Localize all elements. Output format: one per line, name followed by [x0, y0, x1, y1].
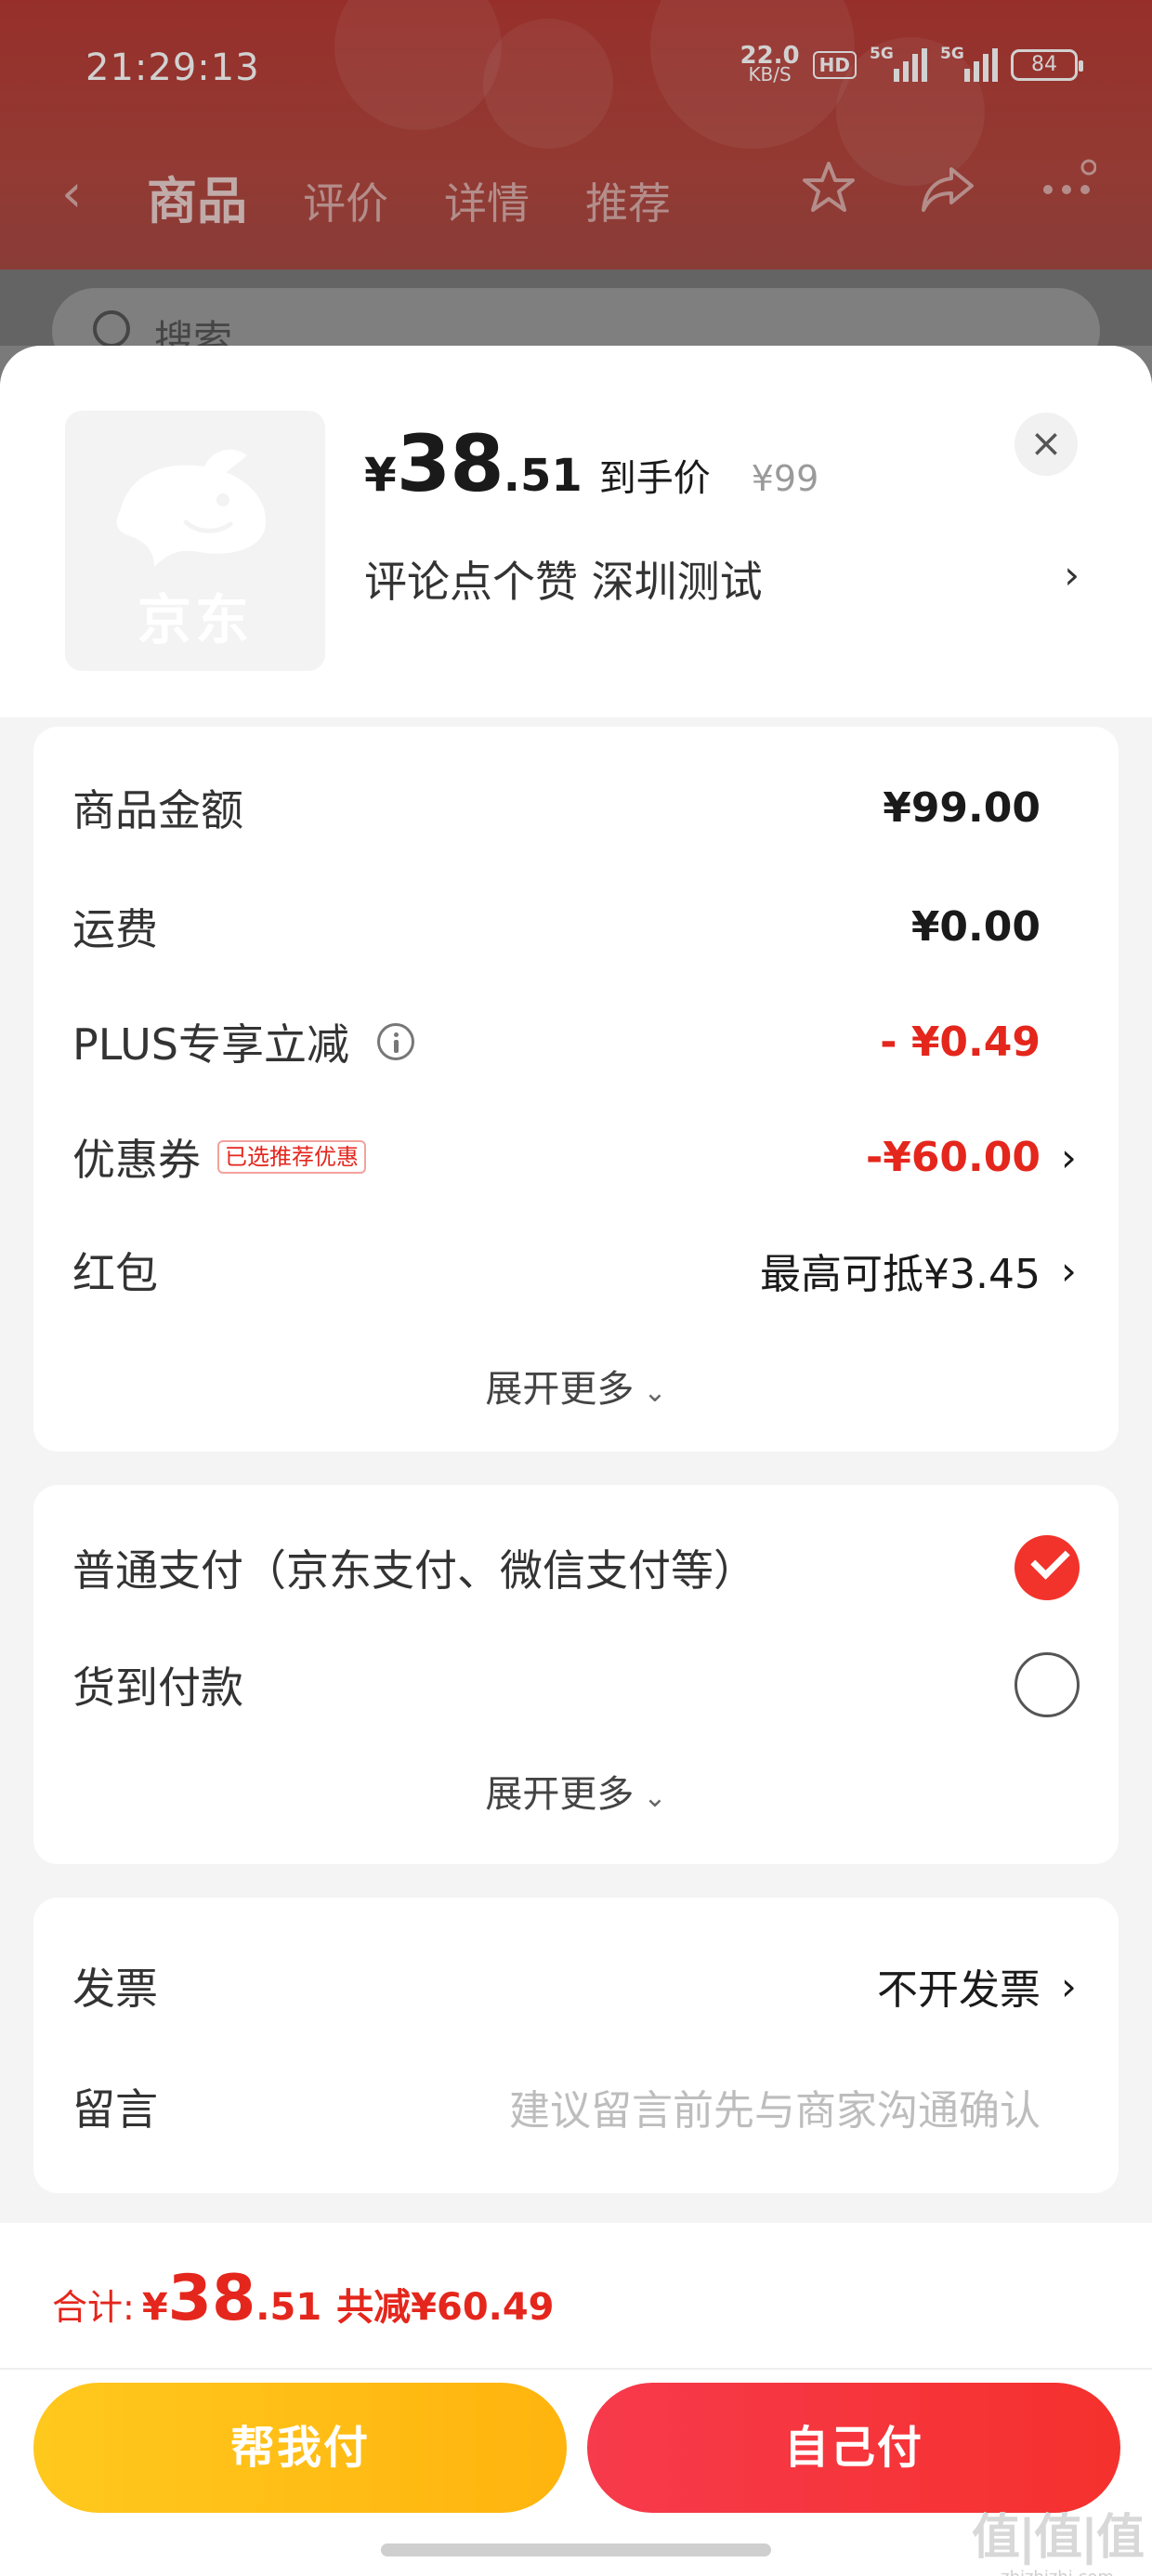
chevron-down-icon: ⌄: [643, 1781, 667, 1814]
total-decimal: .51: [255, 2286, 322, 2329]
extras-card: 发票 不开发票 › 留言 建议留言前先与商家沟通确认: [33, 1898, 1119, 2193]
fee-card: 商品金额 ¥99.00 运费 ¥0.00 PLUS专享立减 - ¥0.49 优惠…: [33, 727, 1119, 1452]
payment-option-label: 普通支付（京东支付、微信支付等）: [72, 1545, 756, 1596]
chevron-down-icon: ⌄: [643, 1376, 667, 1409]
fee-row-goods-amount: 商品金额 ¥99.00: [72, 775, 1080, 840]
expand-more-button[interactable]: 展开更多 ⌄: [33, 1764, 1119, 1818]
tab-details[interactable]: 详情: [444, 170, 530, 231]
fee-label: PLUS专享立减: [72, 1019, 349, 1070]
total-symbol: ¥: [141, 2286, 168, 2329]
fee-value: - ¥0.49: [880, 1018, 1041, 1066]
divider: [0, 2368, 1152, 2370]
star-icon[interactable]: [799, 158, 858, 217]
net-speed-value: 22.0: [740, 42, 800, 70]
tab-product[interactable]: 商品: [147, 160, 247, 233]
product-logo-text: 京东: [137, 588, 253, 651]
chevron-right-icon[interactable]: ›: [1064, 552, 1080, 598]
message-row[interactable]: 留言 建议留言前先与商家沟通确认: [72, 2074, 1080, 2139]
fee-value: 最高可抵¥3.45: [760, 1251, 1041, 1298]
product-thumbnail: 京东: [65, 411, 325, 671]
product-nav-bar: ‹ 商品 评价 详情 推荐: [0, 139, 1152, 242]
price-symbol: ¥: [364, 448, 397, 502]
back-arrow-icon[interactable]: ‹: [61, 164, 82, 224]
payment-card: 普通支付（京东支付、微信支付等） 货到付款 展开更多 ⌄: [33, 1485, 1119, 1864]
pay-myself-button[interactable]: 自己付: [587, 2383, 1120, 2513]
original-price: ¥99: [751, 458, 819, 499]
expand-more-label: 展开更多: [485, 1368, 635, 1411]
payment-option-label: 货到付款: [72, 1663, 243, 1713]
total-integer: 38: [167, 2262, 256, 2335]
chevron-right-icon[interactable]: ›: [1061, 1248, 1080, 1294]
info-icon[interactable]: [376, 1023, 414, 1060]
watermark: 值|值|值 zhizhizhi.com: [972, 2498, 1145, 2576]
chevron-right-icon[interactable]: ›: [1061, 1135, 1080, 1180]
background-header: 21:29:13 22.0 KB/S HD 5G 5G 84 ‹ 商品 评价 详…: [0, 0, 1152, 269]
fee-value: ¥99.00: [883, 783, 1041, 832]
net-speed-unit: KB/S: [748, 63, 792, 85]
fee-row-plus-discount: PLUS专享立减 - ¥0.49: [72, 1009, 1080, 1074]
fee-label: 商品金额: [72, 785, 243, 835]
fee-value: -¥60.00: [865, 1133, 1041, 1181]
message-input[interactable]: 建议留言前先与商家沟通确认: [509, 2077, 1041, 2136]
fee-row-red-packet[interactable]: 红包 最高可抵¥3.45 ›: [72, 1238, 1080, 1303]
fee-label: 运费: [72, 904, 158, 954]
signal-icon: 5G: [870, 45, 927, 82]
jd-dog-logo-icon: [116, 449, 267, 567]
checkout-bar: 合计: ¥ 38 .51 共减¥60.49 帮我付 自己付 值|值|值 zhiz…: [0, 2223, 1152, 2576]
order-total: 合计: ¥ 38 .51 共减¥60.49: [52, 2262, 555, 2335]
invoice-row[interactable]: 发票 不开发票 ›: [72, 1953, 1080, 2018]
expand-more-button[interactable]: 展开更多 ⌄: [33, 1359, 1119, 1413]
status-time: 21:29:13: [85, 46, 260, 89]
fee-value: ¥0.00: [910, 902, 1041, 951]
network-speed: 22.0 KB/S: [740, 42, 800, 85]
close-button[interactable]: ×: [1015, 413, 1078, 476]
invoice-label: 发票: [72, 1964, 158, 2014]
fee-row-shipping: 运费 ¥0.00: [72, 894, 1080, 959]
expand-more-label: 展开更多: [485, 1773, 635, 1816]
fee-label: 优惠券: [72, 1135, 201, 1185]
watermark-url: zhizhizhi.com: [972, 2568, 1143, 2576]
price-integer: 38: [396, 418, 504, 509]
invoice-value: 不开发票: [877, 1966, 1041, 2014]
message-label: 留言: [72, 2084, 158, 2135]
radio-unchecked-icon[interactable]: [1015, 1652, 1080, 1717]
tab-reviews[interactable]: 评价: [303, 170, 388, 231]
home-indicator[interactable]: [381, 2543, 771, 2556]
search-icon: [93, 310, 130, 348]
payment-option-normal[interactable]: 普通支付（京东支付、微信支付等）: [72, 1535, 1080, 1600]
payment-option-cod[interactable]: 货到付款: [72, 1652, 1080, 1717]
signal-label: 5G: [870, 45, 894, 63]
total-saved: 共减¥60.49: [336, 2286, 555, 2329]
product-summary: 京东 ¥ 38 .51 到手价 ¥99 评论点个赞 深圳测试 › ×: [0, 346, 1152, 717]
more-icon[interactable]: [1037, 158, 1096, 217]
coupon-badge: 已选推荐优惠: [217, 1140, 366, 1174]
total-label: 合计:: [52, 2287, 135, 2328]
price-tag: 到手价: [598, 457, 711, 500]
radio-checked-icon[interactable]: [1015, 1535, 1080, 1600]
share-icon[interactable]: [918, 158, 977, 217]
battery-icon: 84: [1011, 49, 1083, 81]
price-decimal: .51: [503, 450, 583, 502]
fee-label: 红包: [72, 1248, 158, 1298]
chevron-right-icon[interactable]: ›: [1061, 1964, 1080, 2009]
help-me-pay-button[interactable]: 帮我付: [33, 2383, 567, 2513]
signal-icon-2: 5G: [940, 45, 998, 82]
fee-row-coupon[interactable]: 优惠券 已选推荐优惠 -¥60.00 ›: [72, 1124, 1080, 1189]
tab-recommend[interactable]: 推荐: [585, 170, 671, 231]
watermark-logo: 值|值|值: [972, 2510, 1145, 2566]
product-price: ¥ 38 .51 到手价 ¥99: [364, 418, 818, 509]
status-bar: 21:29:13 22.0 KB/S HD 5G 5G 84: [0, 0, 1152, 139]
product-spec[interactable]: 评论点个赞 深圳测试: [364, 548, 763, 610]
signal-label-2: 5G: [940, 45, 964, 63]
hd-icon: HD: [812, 51, 857, 79]
